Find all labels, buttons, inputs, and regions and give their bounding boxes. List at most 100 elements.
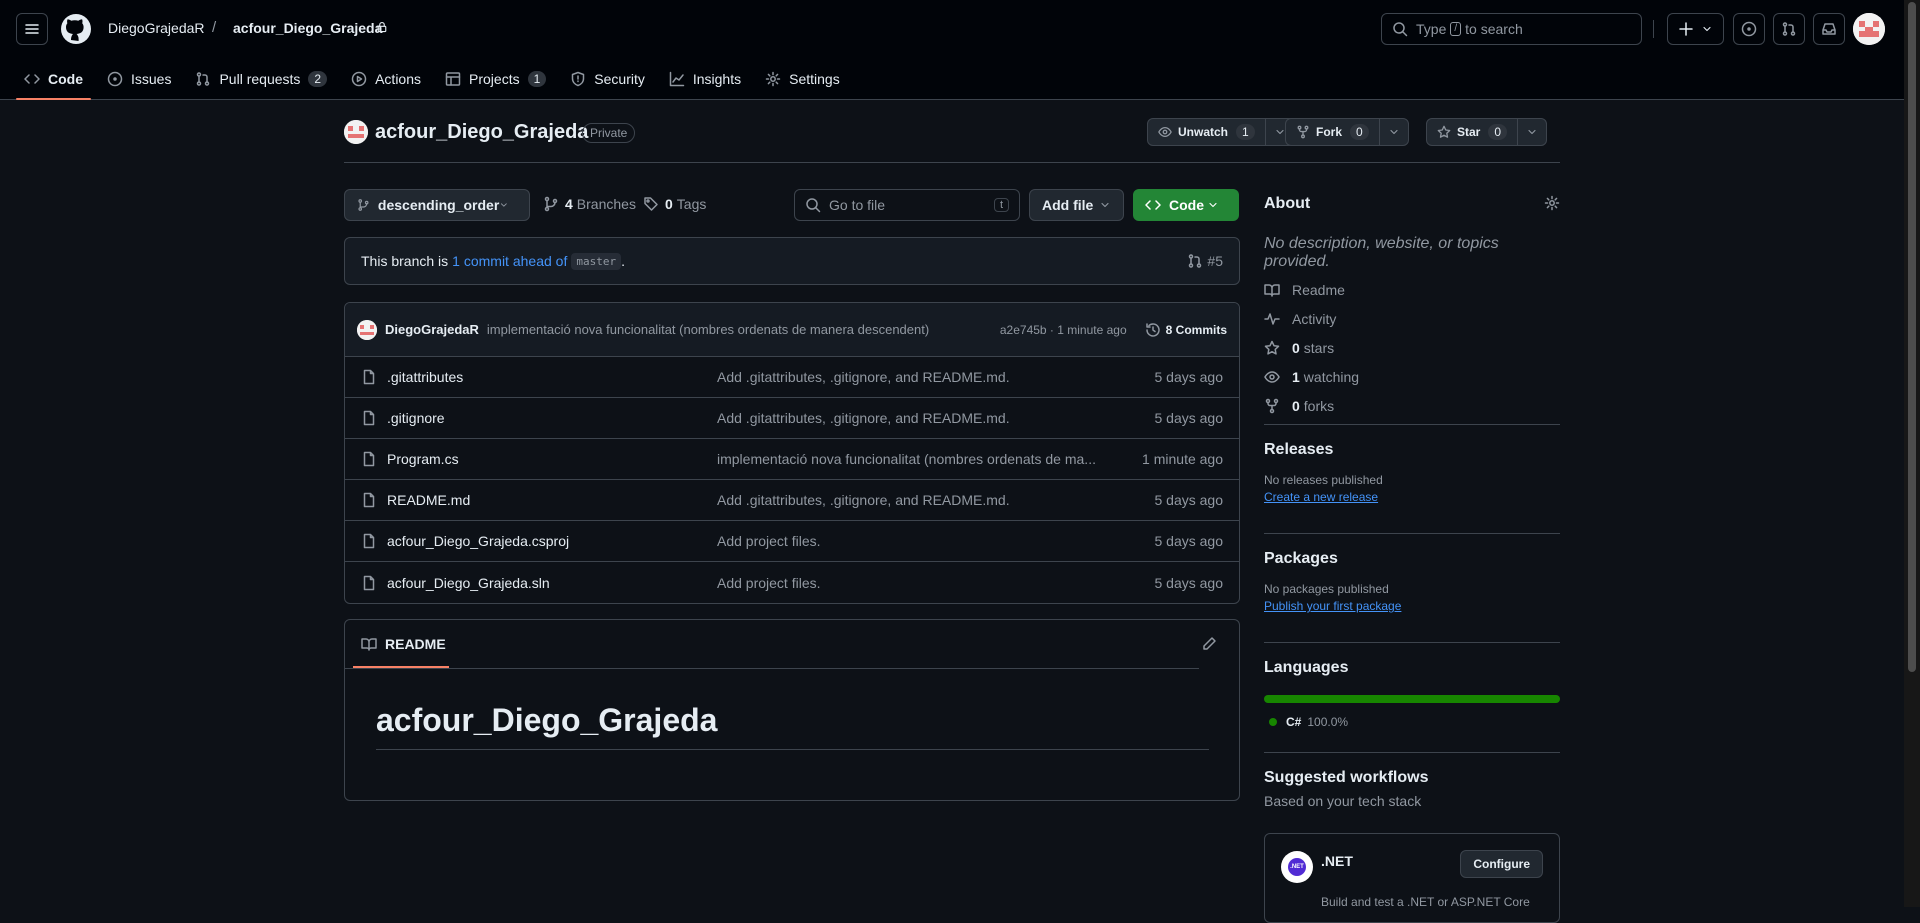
breadcrumb-owner[interactable]: DiegoGrajedaR: [108, 20, 205, 36]
inbox-button[interactable]: [1813, 13, 1845, 45]
lock-icon: [377, 21, 387, 33]
file-row[interactable]: README.md Add .gitattributes, .gitignore,…: [345, 480, 1239, 521]
menu-button[interactable]: [16, 13, 48, 45]
add-file-button[interactable]: Add file: [1029, 189, 1124, 221]
file-name[interactable]: .gitattributes: [387, 369, 717, 385]
create-new-button[interactable]: [1667, 13, 1724, 45]
tags-count: 0: [665, 196, 673, 212]
file-commit-message[interactable]: Add .gitattributes, .gitignore, and READ…: [717, 410, 1097, 426]
add-file-label: Add file: [1042, 197, 1094, 213]
stars-link[interactable]: 0 stars: [1264, 333, 1359, 362]
graph-icon: [669, 71, 685, 87]
file-row[interactable]: .gitattributes Add .gitattributes, .gitig…: [345, 357, 1239, 398]
file-commit-message[interactable]: implementació nova funcionalitat (nombre…: [717, 451, 1097, 467]
caret-down-icon: [1703, 26, 1711, 32]
branches-label: Branches: [576, 196, 636, 212]
commit-author-avatar[interactable]: [357, 319, 377, 340]
file-commit-message[interactable]: Add project files.: [717, 575, 1097, 591]
readme-tab[interactable]: README: [353, 620, 449, 668]
publish-package-link[interactable]: Publish your first package: [1264, 599, 1401, 613]
tab-projects[interactable]: Projects 1: [437, 58, 554, 100]
tags-link[interactable]: 0 Tags: [643, 196, 706, 212]
workflow-card: .NET .NET Configure Build and test a .NE…: [1264, 833, 1560, 923]
create-release-link[interactable]: Create a new release: [1264, 490, 1378, 504]
file-row[interactable]: .gitignore Add .gitattributes, .gitignore…: [345, 398, 1239, 439]
tab-counter: 1: [527, 71, 547, 87]
commits-ahead-link[interactable]: 1 commit ahead of: [452, 253, 567, 269]
owner-avatar[interactable]: [344, 120, 368, 144]
file-row[interactable]: acfour_Diego_Grajeda.sln Add project file…: [345, 562, 1239, 603]
search-icon: [806, 198, 821, 213]
file-commit-message[interactable]: Add .gitattributes, .gitignore, and READ…: [717, 492, 1097, 508]
search-icon: [1393, 22, 1408, 37]
branches-count: 4: [565, 196, 573, 212]
file-name[interactable]: acfour_Diego_Grajeda.sln: [387, 575, 717, 591]
star-dropdown[interactable]: [1518, 119, 1546, 145]
file-name[interactable]: Program.cs: [387, 451, 717, 467]
file-name[interactable]: README.md: [387, 492, 717, 508]
file-commit-date: 1 minute ago: [1142, 451, 1223, 467]
header-divider: [1653, 20, 1654, 38]
scrollbar-thumb[interactable]: [1908, 2, 1916, 672]
fork-dropdown[interactable]: [1380, 119, 1408, 145]
commit-sha-time[interactable]: a2e745b · 1 minute ago: [1000, 323, 1127, 337]
watching-link[interactable]: 1 watching: [1264, 362, 1359, 391]
edit-readme-button[interactable]: [1201, 636, 1217, 652]
file-commit-message[interactable]: Add project files.: [717, 533, 1097, 549]
file-icon: [363, 369, 375, 385]
file-name[interactable]: acfour_Diego_Grajeda.csproj: [387, 533, 717, 549]
tab-settings[interactable]: Settings: [757, 58, 848, 100]
branches-link[interactable]: 4 Branches: [543, 196, 636, 212]
fork-button[interactable]: Fork 0: [1286, 119, 1380, 145]
repo-name[interactable]: acfour_Diego_Grajeda: [375, 121, 588, 144]
commits-history-link[interactable]: 8 Commits: [1145, 322, 1227, 338]
ahead-prefix: This branch is: [361, 253, 449, 269]
your-issues-button[interactable]: [1733, 13, 1765, 45]
code-icon: [1145, 200, 1161, 210]
star-button[interactable]: Star 0: [1427, 119, 1519, 145]
activity-link[interactable]: Activity: [1264, 304, 1359, 333]
gear-icon: [765, 71, 781, 87]
commit-message[interactable]: implementació nova funcionalitat (nombre…: [487, 322, 929, 337]
tab-security[interactable]: Security: [562, 58, 653, 100]
file-row[interactable]: acfour_Diego_Grajeda.csproj Add project f…: [345, 521, 1239, 562]
tab-insights[interactable]: Insights: [661, 58, 749, 100]
tab-issues[interactable]: Issues: [99, 58, 179, 100]
tab-pull-requests[interactable]: Pull requests 2: [187, 58, 335, 100]
caret-down-icon: [1101, 202, 1109, 208]
your-pull-requests-button[interactable]: [1773, 13, 1805, 45]
tab-actions[interactable]: Actions: [343, 58, 429, 100]
search-input[interactable]: Type / to search: [1381, 13, 1642, 45]
file-name[interactable]: .gitignore: [387, 410, 717, 426]
file-commit-date: 5 days ago: [1154, 410, 1224, 426]
language-percent: 100.0%: [1307, 715, 1349, 729]
pull-request-icon: [1189, 254, 1202, 268]
table-icon: [445, 72, 461, 86]
base-branch: master: [571, 252, 622, 270]
page-scrollbar[interactable]: [1904, 0, 1920, 907]
packages-section: Packages No packages published Publish y…: [1264, 533, 1560, 643]
code-button[interactable]: Code: [1133, 189, 1239, 221]
gear-icon[interactable]: [1544, 195, 1560, 211]
forks-link[interactable]: 0 forks: [1264, 391, 1359, 420]
user-avatar[interactable]: [1853, 13, 1885, 45]
unwatch-button[interactable]: Unwatch 1: [1148, 119, 1266, 145]
readme-link[interactable]: Readme: [1264, 275, 1359, 304]
commit-author[interactable]: DiegoGrajedaR: [385, 322, 479, 337]
caret-down-icon: [1390, 129, 1398, 135]
go-to-file-input[interactable]: Go to file t: [794, 189, 1020, 221]
github-logo-icon[interactable]: [60, 13, 92, 45]
language-item[interactable]: C# 100.0%: [1264, 715, 1560, 729]
file-row[interactable]: Program.cs implementació nova funcionalit…: [345, 439, 1239, 480]
star-label: Star: [1457, 125, 1481, 139]
file-commit-message[interactable]: Add .gitattributes, .gitignore, and READ…: [717, 369, 1097, 385]
breadcrumb-repo[interactable]: acfour_Diego_Grajeda: [233, 20, 382, 36]
stars-count: 0: [1292, 339, 1300, 356]
releases-title[interactable]: Releases: [1264, 441, 1560, 459]
configure-button[interactable]: Configure: [1460, 850, 1543, 878]
packages-title[interactable]: Packages: [1264, 550, 1560, 568]
tab-code[interactable]: Code: [16, 58, 91, 100]
pull-request-link[interactable]: #5: [1187, 253, 1223, 269]
plus-icon: [1679, 22, 1693, 36]
branch-selector[interactable]: descending_order: [344, 189, 530, 221]
